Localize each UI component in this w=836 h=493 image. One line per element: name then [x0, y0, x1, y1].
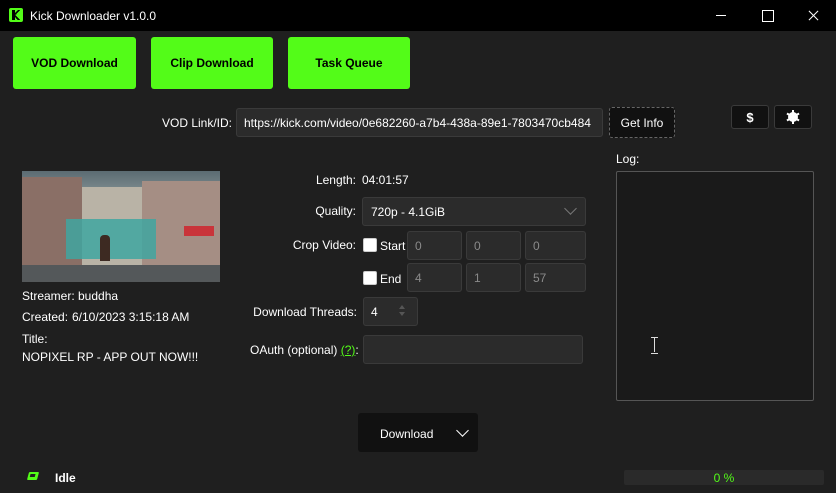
window-title: Kick Downloader v1.0.0: [30, 9, 157, 23]
clip-download-tab[interactable]: Clip Download: [151, 37, 273, 89]
title-value: NOPIXEL RP - APP OUT NOW!!!: [22, 350, 199, 364]
streamer-label: Streamer:: [22, 289, 75, 303]
start-hours-input[interactable]: 0: [407, 231, 462, 260]
chevron-down-icon: [564, 202, 577, 215]
vod-thumbnail: [22, 171, 220, 282]
crop-video-label: Crop Video:: [292, 238, 356, 252]
end-minutes-input[interactable]: 1: [466, 263, 521, 292]
length-label: Length:: [315, 173, 356, 187]
get-info-button[interactable]: Get Info: [609, 107, 675, 138]
crop-end-label: End: [380, 272, 402, 286]
oauth-help-link[interactable]: (?): [341, 343, 356, 357]
minimize-button[interactable]: [698, 0, 744, 31]
title-label: Title:: [22, 332, 48, 346]
streamer-value: buddha: [78, 289, 119, 303]
start-seconds-input[interactable]: 0: [525, 231, 586, 260]
crop-start-checkbox[interactable]: [363, 238, 377, 252]
log-textbox[interactable]: [616, 171, 814, 401]
quality-select[interactable]: 720p - 4.1GiB: [362, 197, 586, 226]
donate-button[interactable]: $: [731, 105, 769, 129]
progress-text: 0 %: [713, 471, 735, 485]
quality-label: Quality:: [315, 204, 356, 218]
download-threads-value: 4: [371, 304, 378, 319]
close-button[interactable]: [790, 0, 836, 31]
start-minutes-input[interactable]: 0: [466, 231, 521, 260]
oauth-input[interactable]: [363, 335, 583, 364]
status-icon: [26, 472, 40, 480]
maximize-button[interactable]: [744, 0, 790, 31]
end-hours-input[interactable]: 4: [407, 263, 462, 292]
log-label: Log:: [616, 152, 640, 166]
download-label: Download: [380, 427, 434, 441]
kick-logo-icon: [9, 8, 23, 22]
created-value: 6/10/2023 3:15:18 AM: [72, 310, 190, 324]
download-threads-stepper[interactable]: 4: [363, 297, 418, 326]
end-seconds-input[interactable]: 57: [525, 263, 586, 292]
created-label: Created:: [22, 310, 69, 324]
text-cursor-icon: [651, 337, 658, 354]
stepper-arrows-icon[interactable]: [398, 304, 406, 318]
crop-end-checkbox[interactable]: [363, 271, 377, 285]
task-queue-tab[interactable]: Task Queue: [288, 37, 410, 89]
settings-button[interactable]: [774, 105, 812, 129]
download-threads-label: Download Threads:: [253, 305, 357, 319]
vod-link-input[interactable]: https://kick.com/video/0e682260-a7b4-438…: [236, 108, 603, 137]
dollar-icon: $: [746, 109, 754, 125]
gear-icon: [786, 110, 800, 124]
length-value: 04:01:57: [362, 173, 409, 187]
oauth-label: OAuth (optional) (?):: [250, 343, 359, 357]
vod-download-tab[interactable]: VOD Download: [13, 37, 136, 89]
status-text: Idle: [55, 471, 76, 485]
quality-value: 720p - 4.1GiB: [371, 204, 446, 219]
vod-link-label: VOD Link/ID:: [162, 116, 233, 130]
crop-start-label: Start: [380, 239, 406, 253]
